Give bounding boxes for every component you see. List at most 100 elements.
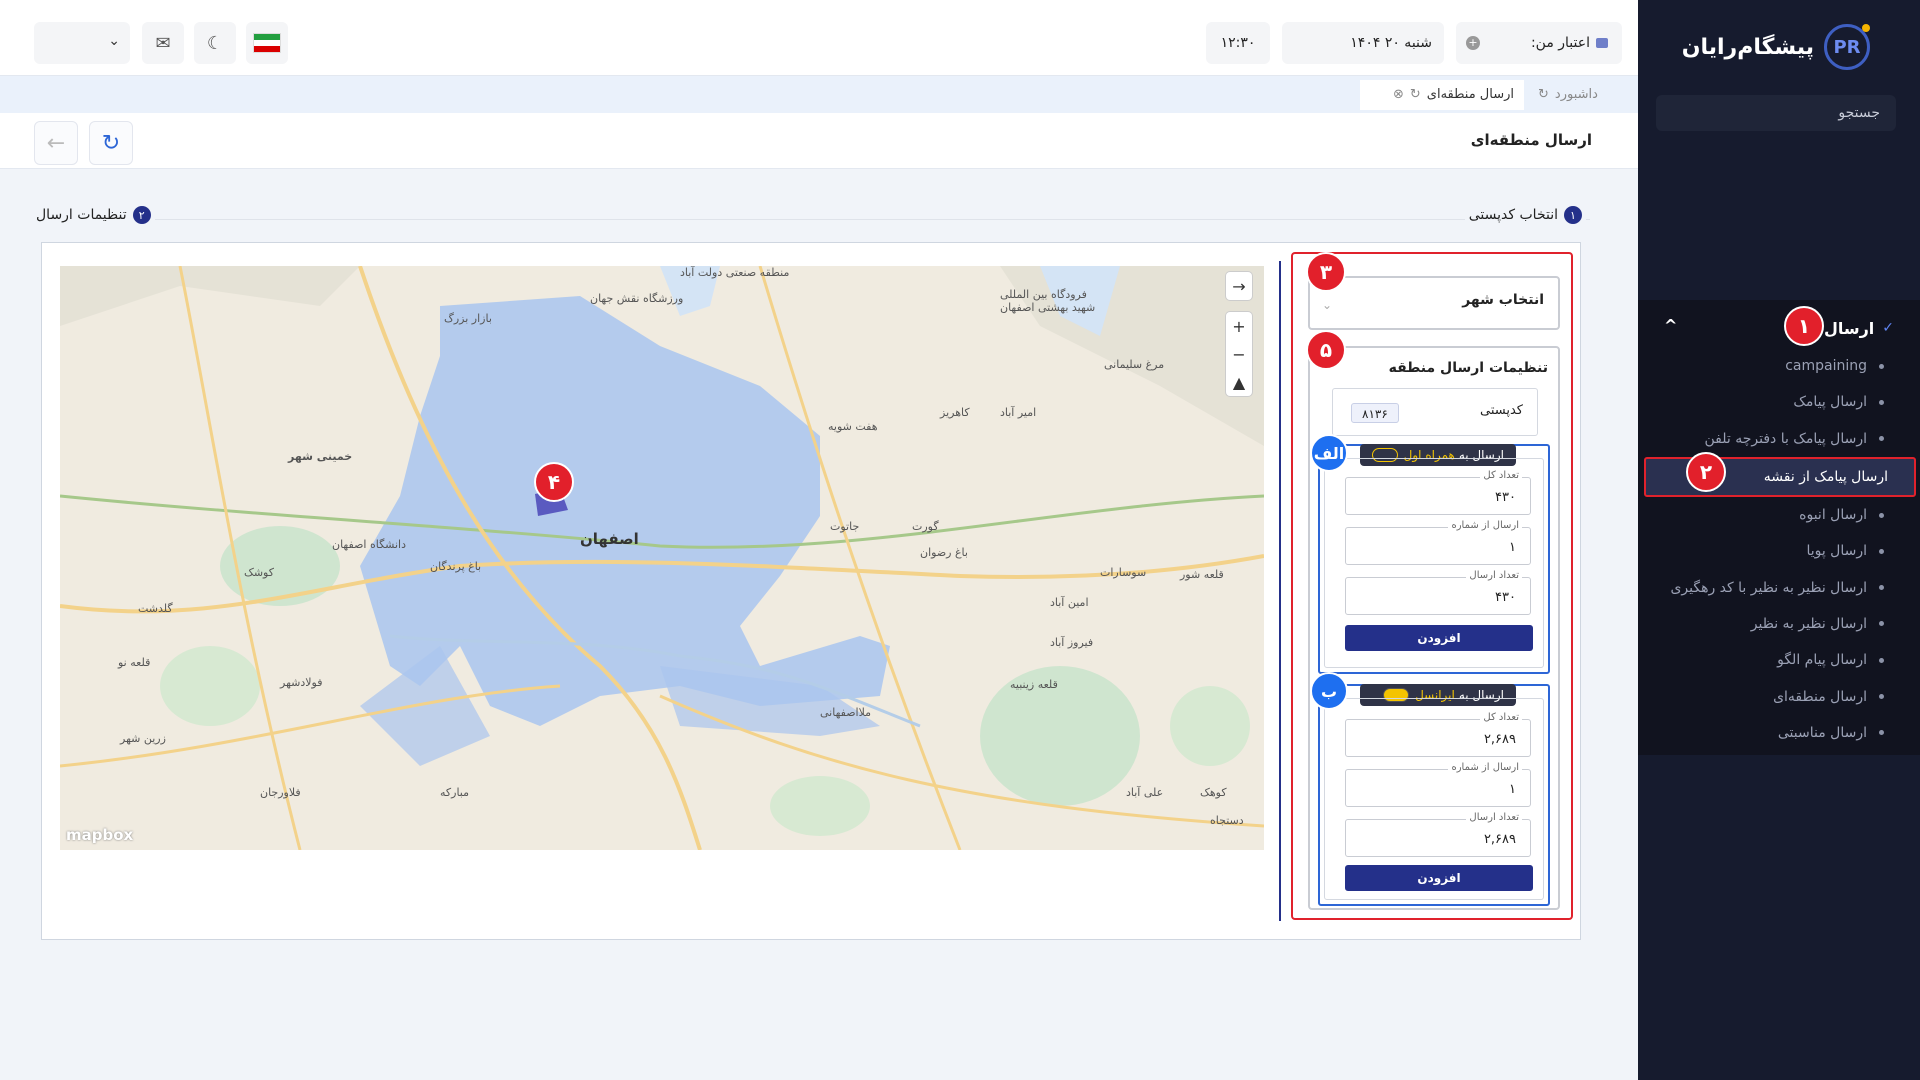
operator-box-irancell: ارسال به ایرانسل تعداد کل ۲,۶۸۹ ارسال از …	[1318, 684, 1550, 906]
postal-code-row[interactable]: کدپستی ۸۱۳۶	[1332, 388, 1538, 436]
map-view[interactable]: اصفهان خمینی شهر فولادشهر کوشک گلدشت قلع…	[60, 266, 1264, 850]
map-label: علی آباد	[1126, 786, 1164, 799]
map-label: مبارکه	[440, 786, 470, 799]
postal-code-label: کدپستی	[1480, 403, 1523, 418]
annotation-badge-2: ۲	[1686, 452, 1726, 492]
sidebar-item-label: campaining	[1785, 358, 1867, 375]
brand-name: پیشگام‌رایان	[1681, 34, 1814, 60]
sidebar-item-map-sms[interactable]: ارسال پیامک از نقشه	[1644, 456, 1916, 497]
map-compass-control[interactable]: →	[1226, 272, 1252, 300]
sidebar-item-label: ارسال پیامک	[1793, 394, 1867, 411]
refresh-icon[interactable]: ↻	[1410, 87, 1421, 102]
send-count-field[interactable]: تعداد ارسال ۴۳۰	[1345, 570, 1531, 615]
brand-dot-icon	[1862, 24, 1870, 32]
sidebar-item-label: ارسال پیامک با دفترچه تلفن	[1704, 430, 1867, 447]
map-label: ملااصفهانی	[820, 706, 872, 719]
step-label: تنظیمات ارسال	[36, 207, 127, 223]
tab-strip: داشبورد ↻ ارسال منطقه‌ای ↻ ⊗	[0, 75, 1638, 113]
field-value: ۱	[1509, 782, 1516, 797]
refresh-icon: ↻	[101, 130, 121, 156]
field-value: ۴۳۰	[1495, 490, 1516, 505]
bullet-icon	[1879, 548, 1884, 554]
sidebar-item-p2p[interactable]: ارسال نظیر به نظیر	[1638, 606, 1920, 642]
wallet-icon	[1596, 38, 1608, 48]
map-label: هفت شویه	[828, 420, 878, 433]
map-label: کاهریز	[940, 406, 970, 419]
sidebar-item-regional[interactable]: ارسال منطقه‌ای	[1638, 678, 1920, 714]
step-send-settings[interactable]: ۲ تنظیمات ارسال	[32, 206, 155, 224]
chevron-up-icon[interactable]: ^	[1664, 316, 1677, 335]
start-number-field[interactable]: ارسال از شماره ۱	[1345, 762, 1531, 807]
sidebar-item-dynamic[interactable]: ارسال پویا	[1638, 533, 1920, 569]
field-label: تعداد ارسال	[1466, 812, 1522, 823]
map-label: ورزشگاه نقش جهان	[590, 292, 684, 305]
postal-code-value: ۸۱۳۶	[1351, 403, 1399, 423]
credit-display[interactable]: اعتبار من: +	[1456, 22, 1622, 64]
annotation-badge-5: ۵	[1306, 330, 1346, 370]
sidebar-item-p2p-tracking[interactable]: ارسال نظیر به نظیر با کد رهگیری	[1638, 569, 1920, 605]
map-label: امیر آباد	[1000, 406, 1037, 419]
sidebar-item-label: ارسال نظیر به نظیر	[1750, 615, 1867, 632]
add-button-mci[interactable]: افزودن	[1345, 625, 1533, 651]
arrow-right-icon[interactable]: →	[1226, 272, 1252, 300]
map-label: فولادشهر	[280, 676, 323, 689]
back-button[interactable]: ←	[34, 121, 78, 165]
moon-icon: ☾	[206, 32, 224, 54]
map-park	[160, 646, 260, 726]
sidebar-items: campaining ارسال پیامک ارسال پیامک با دف…	[1638, 348, 1920, 751]
map-label: گلدشت	[138, 602, 173, 615]
total-count-field[interactable]: تعداد کل ۲,۶۸۹	[1345, 712, 1531, 757]
messages-button[interactable]: ✉	[142, 22, 184, 64]
map-label: زرین شهر	[120, 732, 166, 745]
sidebar-item-bulk[interactable]: ارسال انبوه	[1638, 497, 1920, 533]
north-arrow-icon[interactable]: ▲	[1226, 368, 1252, 396]
bullet-icon	[1879, 585, 1884, 591]
send-count-field[interactable]: تعداد ارسال ۲,۶۸۹	[1345, 812, 1531, 857]
sidebar-item-phonebook[interactable]: ارسال پیامک با دفترچه تلفن	[1638, 421, 1920, 457]
add-button-irancell[interactable]: افزودن	[1345, 865, 1533, 891]
start-number-field[interactable]: ارسال از شماره ۱	[1345, 520, 1531, 565]
sidebar-item-campaining[interactable]: campaining	[1638, 348, 1920, 384]
zoom-in-icon[interactable]: +	[1226, 312, 1252, 340]
sidebar-search-input[interactable]: جستجو	[1656, 95, 1896, 131]
refresh-icon[interactable]: ↻	[1538, 87, 1549, 102]
map-label: باغ رضوان	[920, 546, 968, 559]
map-label: دستجاه	[1210, 814, 1244, 827]
brand[interactable]: PR پیشگام‌رایان	[1682, 24, 1870, 70]
map-park	[220, 526, 340, 606]
tab-dashboard[interactable]: داشبورد ↻	[1528, 80, 1608, 110]
step-select-postal[interactable]: ۱ انتخاب کدپستی	[1464, 206, 1586, 224]
sidebar: PR پیشگام‌رایان جستجو ✓ ارسال ^ campaini…	[1638, 0, 1920, 1080]
close-icon[interactable]: ⊗	[1393, 87, 1404, 102]
refresh-button[interactable]: ↻	[89, 121, 133, 165]
chevron-down-icon: ⌄	[108, 33, 120, 49]
zoom-out-icon[interactable]: −	[1226, 340, 1252, 368]
sidebar-group-header[interactable]: ✓ ارسال ^	[1664, 314, 1894, 342]
map-label: کوشک	[244, 566, 274, 579]
brand-logo-text: PR	[1833, 36, 1861, 58]
field-label: ارسال از شماره	[1448, 762, 1522, 773]
sidebar-item-occasional[interactable]: ارسال مناسبتی	[1638, 715, 1920, 751]
map-canvas	[60, 266, 1264, 850]
city-select[interactable]: انتخاب شهر ⌄	[1308, 276, 1560, 330]
map-label: فرودگاه بین المللی شهید بهشتی اصفهان	[1000, 288, 1096, 314]
plus-icon[interactable]: +	[1466, 36, 1480, 50]
map-label: امین آباد	[1050, 596, 1089, 609]
theme-toggle-button[interactable]: ☾	[194, 22, 236, 64]
map-label: قلعه نو	[118, 656, 151, 669]
sidebar-item-template[interactable]: ارسال پیام الگو	[1638, 642, 1920, 678]
map-label: قلعه زینبیه	[1010, 678, 1058, 691]
credit-label: اعتبار من:	[1530, 35, 1590, 51]
map-label: قلعه شور	[1180, 568, 1224, 581]
sidebar-item-sms[interactable]: ارسال پیامک	[1638, 384, 1920, 420]
sidebar-item-label: ارسال نظیر به نظیر با کد رهگیری	[1670, 579, 1867, 596]
annotation-badge-4: ۴	[534, 462, 574, 502]
map-label: گورت	[912, 520, 939, 533]
total-count-field[interactable]: تعداد کل ۴۳۰	[1345, 470, 1531, 515]
map-label: دانشگاه اصفهان	[332, 538, 406, 551]
language-select[interactable]: ⌄	[34, 22, 130, 64]
tab-regional[interactable]: ارسال منطقه‌ای ↻ ⊗	[1360, 80, 1524, 110]
top-bar: ⌄ ✉ ☾ ۱۲:۳۰ شنبه ۲۰ ۱۴۰۴ اعتبار من: +	[0, 0, 1638, 75]
flag-button[interactable]	[246, 22, 288, 64]
step-number: ۲	[132, 206, 151, 224]
